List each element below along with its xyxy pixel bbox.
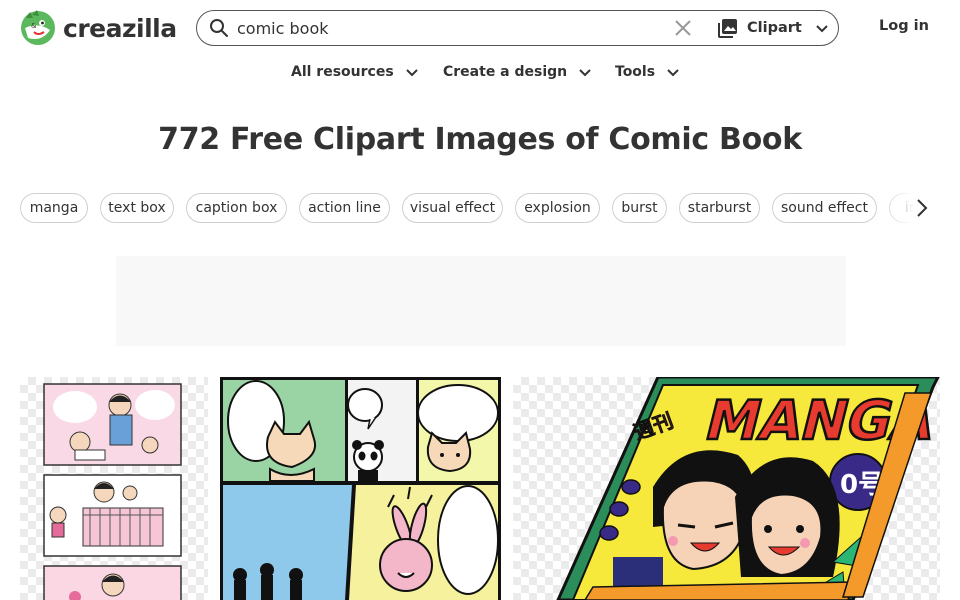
logo-text: creazilla — [63, 13, 177, 43]
tag-chip[interactable]: manga — [20, 193, 88, 223]
search-input[interactable] — [237, 13, 657, 43]
chevron-down-icon — [405, 69, 418, 77]
nav-label: Create a design — [443, 64, 568, 80]
gallery-item[interactable]: MANGA 週刊 0号 — [513, 377, 940, 600]
chevron-right-icon[interactable] — [912, 197, 932, 219]
chevron-down-icon — [667, 69, 679, 77]
tag-chip[interactable]: action line — [299, 193, 390, 223]
nav-create-a-design[interactable]: Create a design — [443, 64, 593, 80]
chevron-down-icon — [579, 69, 591, 77]
login-link[interactable]: Log in — [879, 18, 929, 34]
gallery-item[interactable] — [20, 377, 208, 600]
gallery-item[interactable] — [220, 377, 501, 600]
creazilla-logo-icon: & — [21, 10, 55, 45]
tag-chip[interactable]: sound effect — [772, 193, 877, 223]
logo[interactable]: & creazilla — [20, 10, 177, 46]
tag-chip[interactable]: text box — [100, 193, 174, 223]
search-bar: Clipart — [196, 10, 839, 46]
nav-all-resources[interactable]: All resources — [291, 64, 420, 80]
chevron-down-icon — [816, 25, 828, 33]
gallery-image — [220, 377, 501, 600]
search-icon[interactable] — [209, 18, 229, 38]
tag-chip[interactable]: starburst — [679, 193, 760, 223]
ad-placeholder — [116, 256, 846, 346]
tag-list: manga text box caption box action line v… — [20, 193, 940, 223]
tag-chip[interactable]: visual effect — [402, 193, 503, 223]
tag-chip[interactable]: caption box — [186, 193, 287, 223]
tag-chip[interactable]: burst — [612, 193, 667, 223]
nav-tools[interactable]: Tools — [615, 64, 681, 80]
gallery-image: MANGA 週刊 0号 — [556, 377, 940, 600]
nav-label: Tools — [615, 64, 656, 80]
page-title: 772 Free Clipart Images of Comic Book — [158, 122, 802, 157]
gallery-image — [43, 383, 182, 600]
nav-label: All resources — [291, 64, 394, 80]
close-icon[interactable] — [674, 19, 692, 37]
resource-type-label: Clipart — [747, 20, 802, 36]
image-gallery-icon — [718, 19, 737, 38]
resource-type-select[interactable]: Clipart — [717, 15, 830, 41]
tag-chip[interactable]: explosion — [515, 193, 600, 223]
svg-text:&: & — [31, 22, 37, 30]
header: & creazilla Clipart Log in — [0, 0, 960, 56]
main-nav: All resources Create a design Tools — [0, 62, 960, 88]
